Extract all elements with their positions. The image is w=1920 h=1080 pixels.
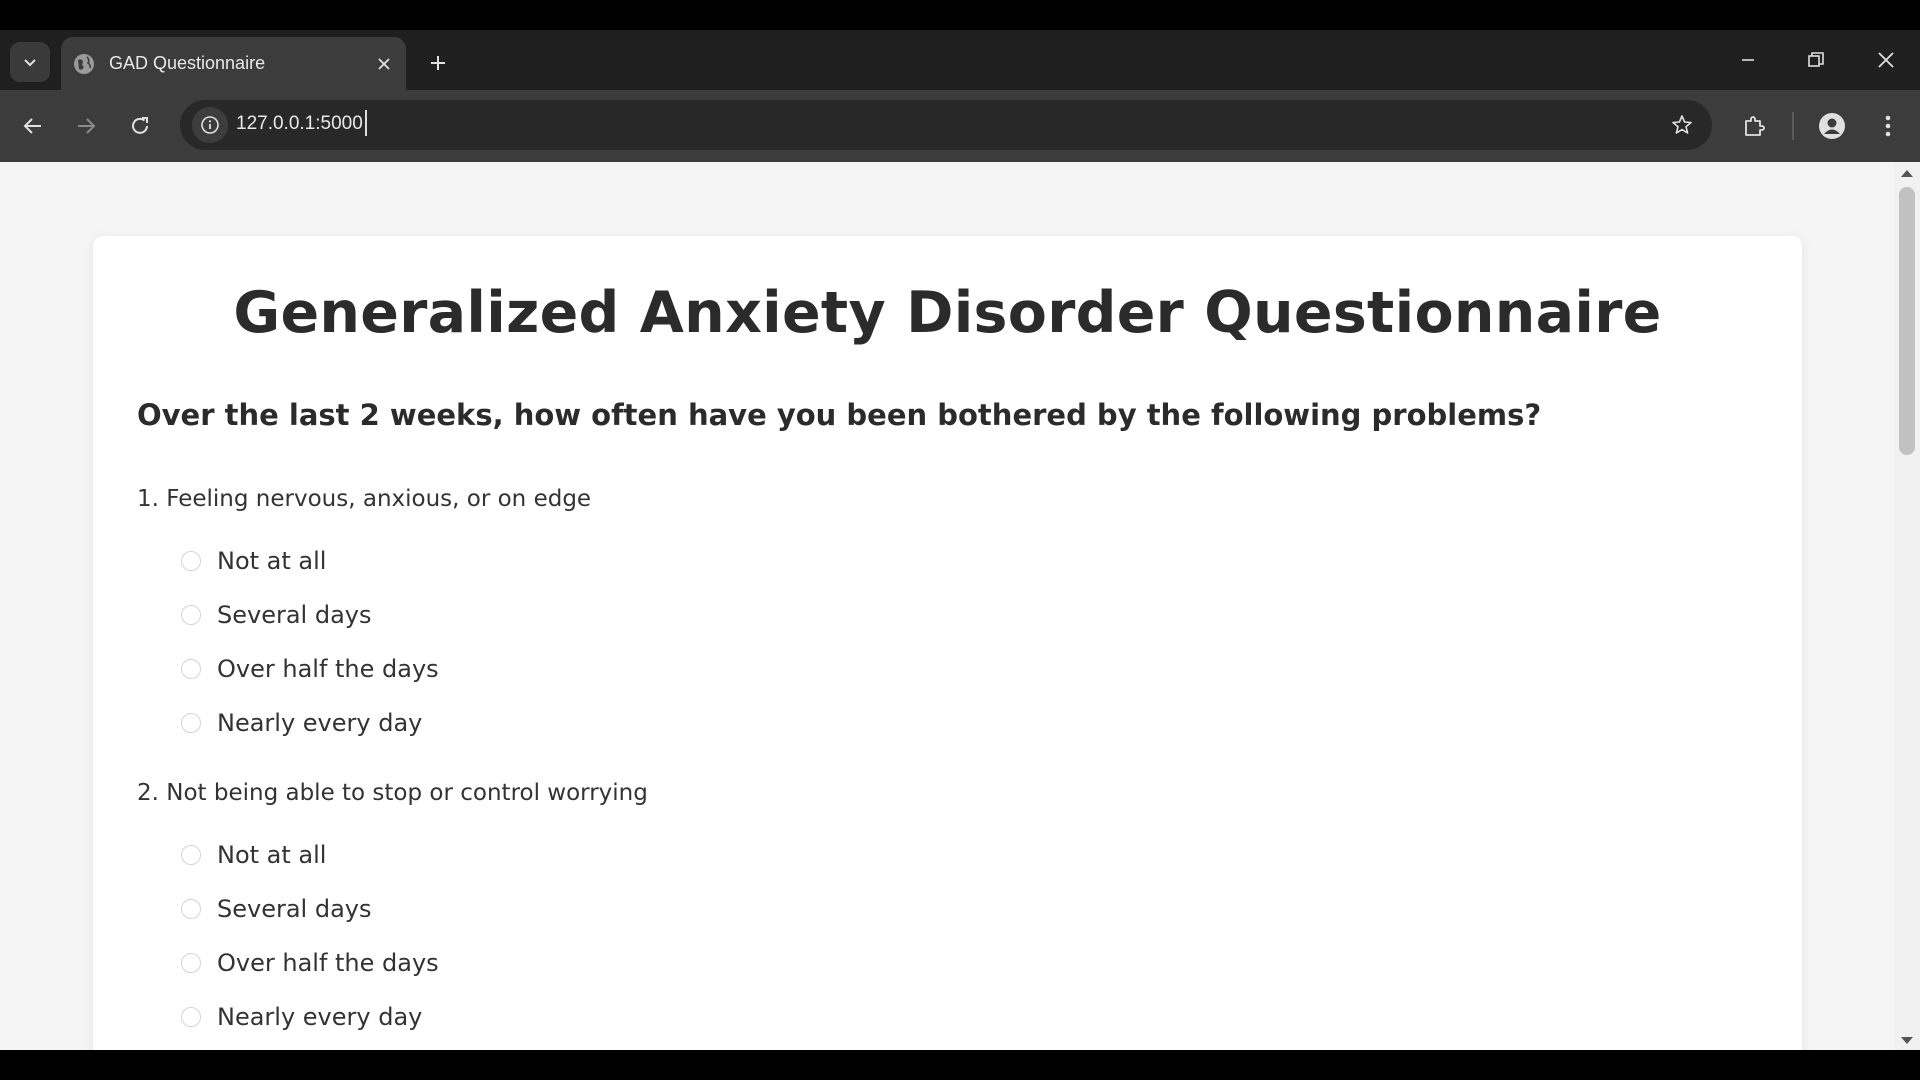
forward-button[interactable] (64, 104, 108, 148)
tab-gad-questionnaire[interactable]: GAD Questionnaire (61, 37, 406, 90)
reload-button[interactable] (118, 104, 162, 148)
question-2: 2. Not being able to stop or control wor… (137, 780, 648, 1044)
reload-icon (132, 117, 148, 134)
globe-icon (74, 53, 94, 74)
avatar-icon (1819, 113, 1845, 139)
window-top-edge (0, 0, 1920, 30)
question-1: 1. Feeling nervous, anxious, or on edge … (137, 486, 591, 750)
option-label[interactable]: Nearly every day (217, 709, 422, 737)
radio-button[interactable] (181, 953, 201, 973)
restore-icon (1808, 52, 1824, 67)
option-label[interactable]: Not at all (217, 841, 326, 869)
radio-button[interactable] (181, 551, 201, 571)
radio-button[interactable] (181, 605, 201, 625)
scrollbar-thumb[interactable] (1899, 187, 1915, 455)
page-title: Generalized Anxiety Disorder Questionnai… (233, 280, 1662, 346)
page-viewport: Generalized Anxiety Disorder Questionnai… (0, 162, 1894, 1050)
minimize-icon (1742, 59, 1754, 61)
answer-options: Not at all Several days Over half the da… (137, 534, 591, 750)
radio-button[interactable] (181, 845, 201, 865)
questionnaire-card: Generalized Anxiety Disorder Questionnai… (93, 236, 1802, 1050)
option-label[interactable]: Several days (217, 895, 372, 923)
option-several-days[interactable]: Several days (181, 588, 591, 642)
new-tab-button[interactable] (420, 45, 456, 81)
option-not-at-all[interactable]: Not at all (181, 828, 648, 882)
option-label[interactable]: Over half the days (217, 949, 439, 977)
browser-toolbar: 127.0.0.1:5000 (0, 90, 1920, 162)
radio-button[interactable] (181, 1007, 201, 1027)
radio-button[interactable] (181, 659, 201, 679)
instructions-heading: Over the last 2 weeks, how often have yo… (137, 398, 1542, 432)
answer-options: Not at all Several days Over half the da… (137, 828, 648, 1044)
option-not-at-all[interactable]: Not at all (181, 534, 591, 588)
close-icon (1878, 52, 1894, 68)
back-button[interactable] (11, 104, 55, 148)
option-several-days[interactable]: Several days (181, 882, 648, 936)
window-bottom-edge (0, 1050, 1920, 1080)
restore-button[interactable] (1792, 40, 1840, 80)
arrow-right-icon (78, 118, 96, 134)
star-icon (1672, 115, 1692, 134)
option-label[interactable]: Nearly every day (217, 1003, 422, 1031)
plus-icon (431, 56, 445, 70)
site-info-button[interactable] (192, 107, 228, 143)
option-label[interactable]: Several days (217, 601, 372, 629)
bookmark-button[interactable] (1666, 109, 1698, 141)
scroll-down-arrow-icon[interactable] (1901, 1037, 1913, 1044)
tab-close-button[interactable] (370, 50, 398, 78)
option-over-half-the-days[interactable]: Over half the days (181, 642, 591, 696)
toolbar-divider (1792, 112, 1794, 140)
address-bar[interactable]: 127.0.0.1:5000 (180, 100, 1712, 150)
info-icon (201, 116, 219, 134)
window-close-button[interactable] (1862, 40, 1910, 80)
chevron-down-icon (24, 59, 36, 67)
profile-button[interactable] (1810, 104, 1854, 148)
text-cursor (365, 110, 367, 136)
url-text[interactable]: 127.0.0.1:5000 (236, 113, 363, 135)
option-nearly-every-day[interactable]: Nearly every day (181, 990, 648, 1044)
radio-button[interactable] (181, 899, 201, 919)
option-over-half-the-days[interactable]: Over half the days (181, 936, 648, 990)
scroll-up-arrow-icon[interactable] (1901, 170, 1913, 177)
radio-button[interactable] (181, 713, 201, 733)
extensions-button[interactable] (1732, 104, 1776, 148)
close-icon (378, 57, 390, 70)
option-label[interactable]: Over half the days (217, 655, 439, 683)
tab-strip: GAD Questionnaire (0, 30, 1920, 90)
tab-title: GAD Questionnaire (109, 53, 266, 73)
question-text: 2. Not being able to stop or control wor… (137, 780, 648, 806)
option-nearly-every-day[interactable]: Nearly every day (181, 696, 591, 750)
tab-search-button[interactable] (10, 42, 50, 82)
question-text: 1. Feeling nervous, anxious, or on edge (137, 486, 592, 512)
menu-button[interactable] (1866, 104, 1910, 148)
arrow-left-icon (23, 118, 41, 134)
more-vertical-icon (1885, 115, 1891, 137)
minimize-button[interactable] (1724, 40, 1772, 80)
puzzle-icon (1745, 116, 1765, 136)
vertical-scrollbar[interactable] (1894, 162, 1920, 1050)
option-label[interactable]: Not at all (217, 547, 326, 575)
